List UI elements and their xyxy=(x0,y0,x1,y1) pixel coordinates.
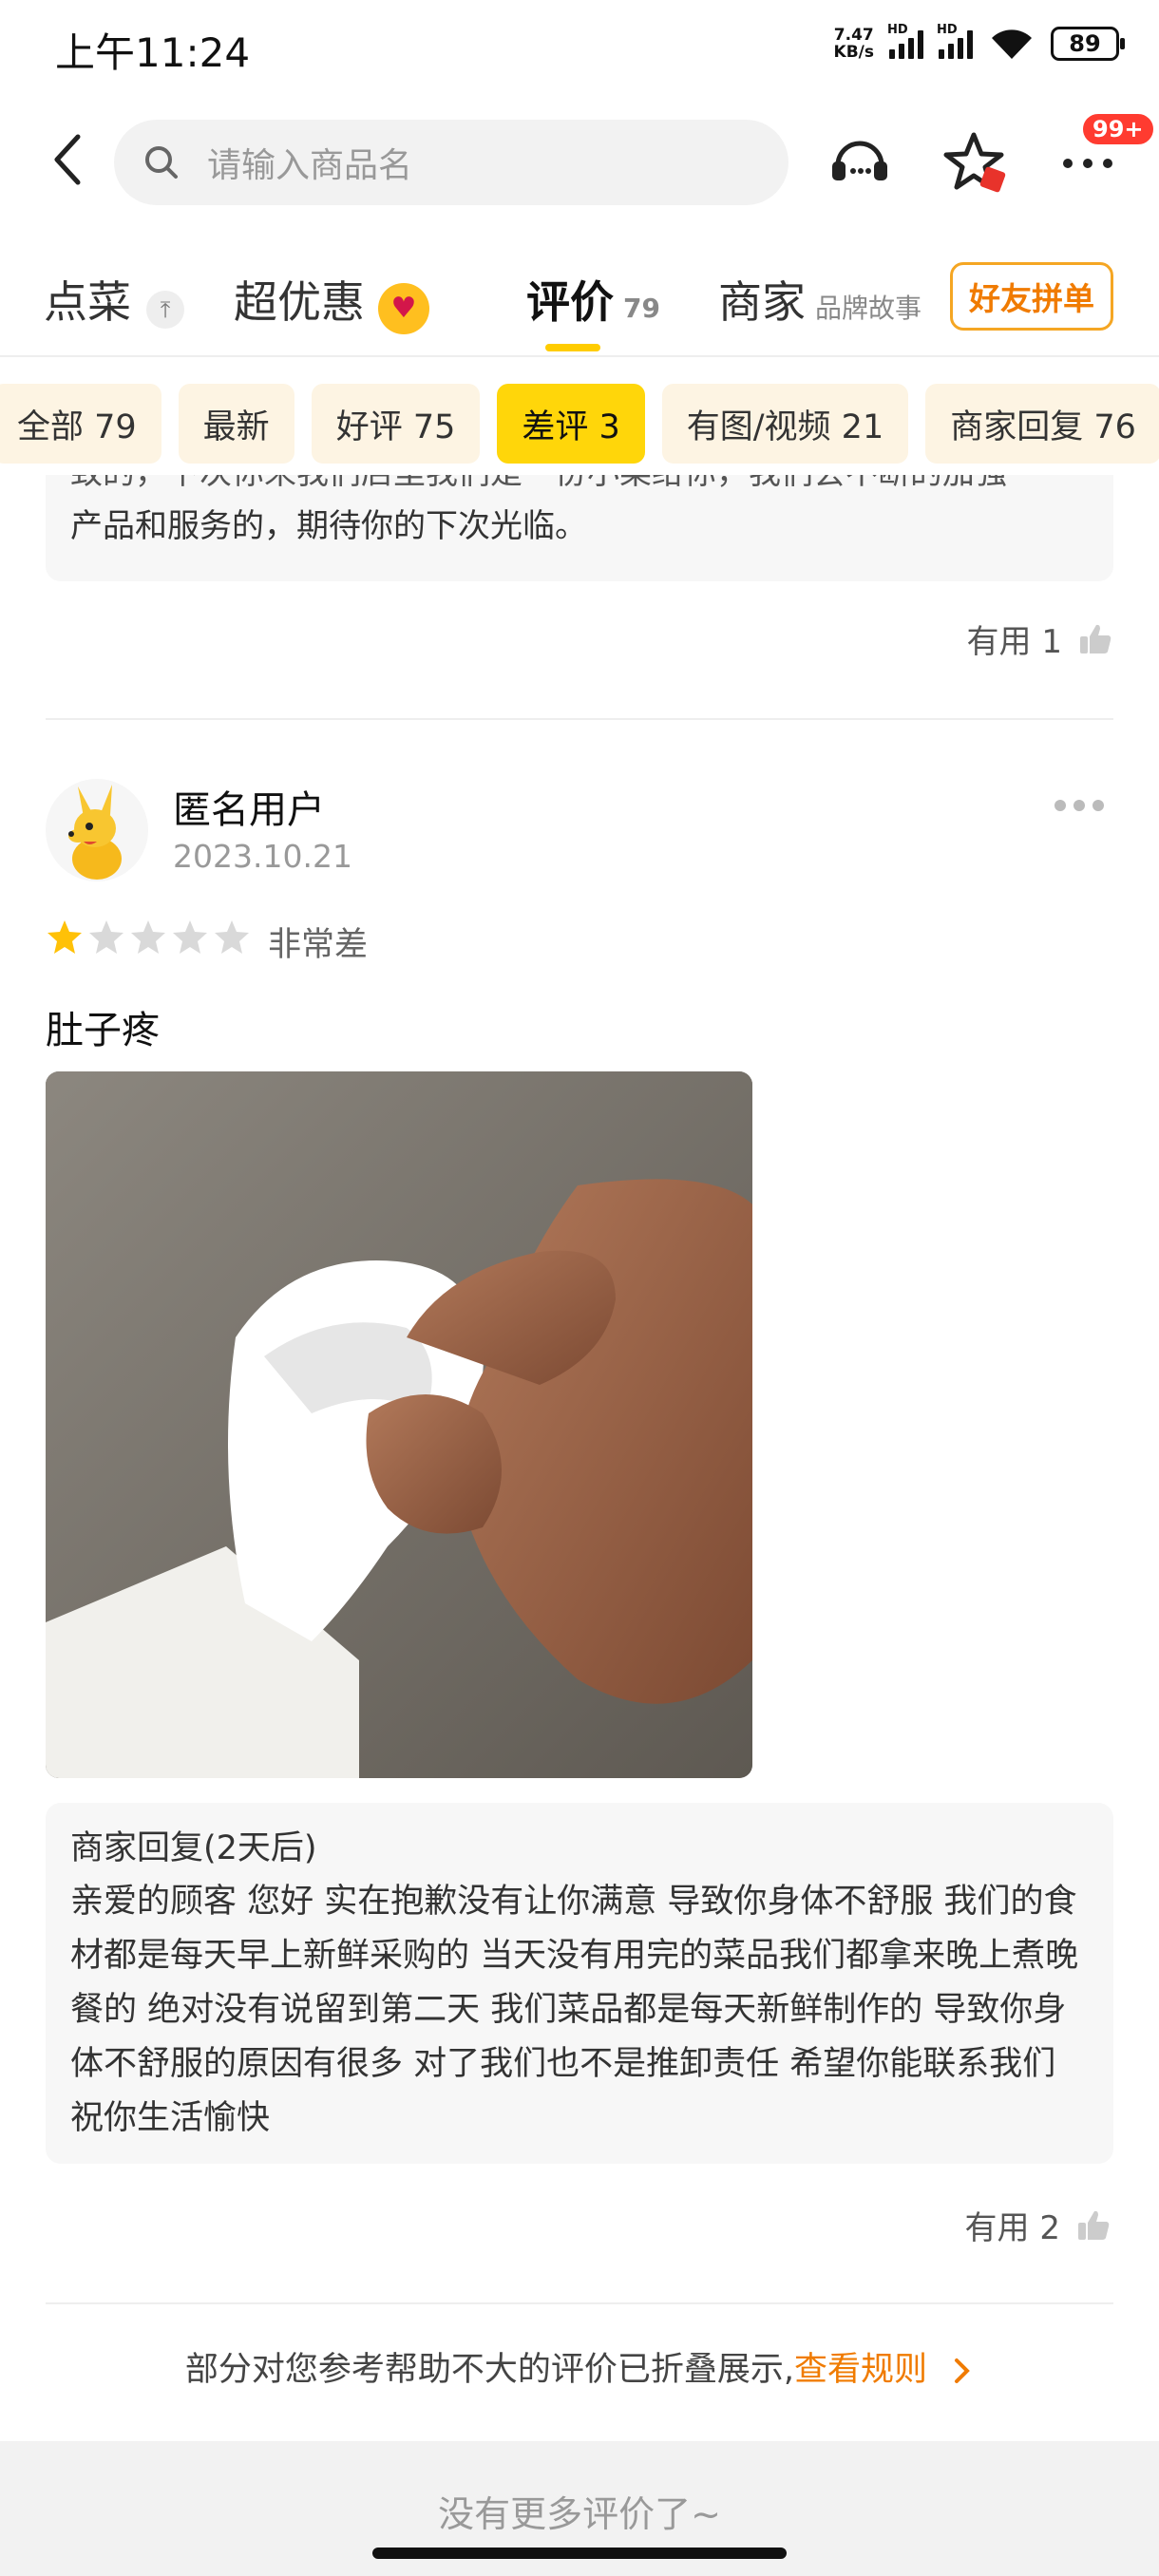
view-rules-link[interactable]: 查看规则 xyxy=(794,2351,927,2389)
search-input[interactable]: 请输入商品名 xyxy=(114,120,788,205)
previous-reply-line-2: 产品和服务的，期待你的下次光临。 xyxy=(70,507,587,545)
tab-reviews[interactable]: 评价 79 xyxy=(526,268,660,331)
useful-button[interactable]: 有用 2 xyxy=(965,2202,1112,2248)
star-filled-icon xyxy=(48,920,82,954)
previous-useful-button[interactable]: 有用 1 xyxy=(967,616,1113,662)
tab-merchant-sub: 品牌故事 xyxy=(815,293,922,324)
no-more-reviews: 没有更多评价了~ xyxy=(438,2493,721,2535)
battery-icon: 89 xyxy=(1051,27,1125,61)
net-speed-value: 7.47 xyxy=(833,26,874,45)
group-order-button[interactable]: 好友拼单 xyxy=(950,262,1113,331)
filter-merchant-reply[interactable]: 商家回复 76 xyxy=(925,384,1159,464)
thumbs-up-icon xyxy=(1080,624,1112,653)
review-photo-image xyxy=(46,1071,752,1778)
merchant-reply-title: 商家回复(2天后) xyxy=(70,1829,317,1867)
tab-menu[interactable]: 点菜 ⤒ xyxy=(44,268,184,331)
tabs-divider xyxy=(0,355,1159,357)
search-placeholder: 请输入商品名 xyxy=(207,146,413,185)
star-empty-icon xyxy=(215,920,249,954)
hd-label-2: HD xyxy=(937,23,958,37)
home-indicator[interactable] xyxy=(372,2548,787,2559)
star-rating xyxy=(46,918,251,956)
previous-reply-line-1: 致的，下次你来我们店里我们是一份小菜给你，我们会不断的加强 xyxy=(70,475,1089,500)
review-comment: 肚子疼 xyxy=(46,1009,160,1052)
customer-service-icon[interactable] xyxy=(826,129,893,196)
filter-positive[interactable]: 好评 75 xyxy=(311,384,481,464)
tab-deals[interactable]: 超优惠 ♥ xyxy=(234,268,429,334)
network-speed: 7.47 KB/s xyxy=(834,27,874,61)
thumbs-up-icon xyxy=(1078,2210,1110,2240)
useful-label: 有用 2 xyxy=(964,2209,1060,2247)
pin-top-icon[interactable]: ⤒ xyxy=(146,291,184,329)
net-speed-unit: KB/s xyxy=(833,43,874,62)
favorite-star-icon[interactable] xyxy=(940,129,1007,196)
filter-media[interactable]: 有图/视频 21 xyxy=(661,384,909,464)
tab-menu-label: 点菜 xyxy=(44,276,131,328)
search-icon xyxy=(145,146,178,179)
wifi-icon xyxy=(992,29,1032,59)
chevron-right-icon[interactable] xyxy=(949,2357,974,2385)
filter-all[interactable]: 全部 79 xyxy=(0,384,162,464)
review-filter-bar: 全部 79 最新 好评 75 差评 3 有图/视频 21 商家回复 76 xyxy=(0,384,1159,464)
previous-useful-label: 有用 1 xyxy=(966,623,1062,661)
filter-negative[interactable]: 差评 3 xyxy=(497,384,645,464)
review-separator xyxy=(46,718,1113,720)
avatar[interactable] xyxy=(46,779,148,881)
review-more-icon[interactable] xyxy=(1054,800,1104,811)
signal-icon-2: HD xyxy=(937,23,973,59)
tab-reviews-count: 79 xyxy=(623,293,660,324)
previous-merchant-reply: 致的，下次你来我们店里我们是一份小菜给你，我们会不断的加强 产品和服务的，期待你… xyxy=(46,475,1113,581)
heart-eyes-emoji-icon: ♥ xyxy=(378,282,429,334)
tab-deals-label: 超优惠 xyxy=(234,276,365,328)
active-tab-indicator xyxy=(545,344,600,351)
merchant-reply: 商家回复(2天后) 亲爱的顾客 您好 实在抱歉没有让你满意 导致你身体不舒服 我… xyxy=(46,1803,1113,2164)
back-icon[interactable] xyxy=(49,133,84,186)
signal-icon: HD xyxy=(887,23,923,59)
filter-latest[interactable]: 最新 xyxy=(178,384,294,464)
notification-badge: 99+ xyxy=(1081,112,1155,146)
hd-label: HD xyxy=(887,23,908,37)
folded-notice-text: 部分对您参考帮助不大的评价已折叠展示, xyxy=(184,2351,794,2389)
status-icons: 7.47 KB/s HD HD 89 xyxy=(834,23,1125,63)
review-date: 2023.10.21 xyxy=(173,838,352,875)
rating-text: 非常差 xyxy=(268,926,369,964)
folded-notice: 部分对您参考帮助不大的评价已折叠展示,查看规则 xyxy=(0,2342,1159,2391)
review-photo[interactable] xyxy=(46,1071,752,1778)
star-empty-icon xyxy=(131,920,165,954)
tab-merchant-label: 商家 xyxy=(718,276,806,328)
status-time: 上午11:24 xyxy=(55,29,251,76)
review-separator-bottom xyxy=(46,2302,1113,2304)
kangaroo-mascot-icon xyxy=(68,785,122,880)
tab-reviews-label: 评价 xyxy=(526,276,614,328)
star-empty-icon xyxy=(173,920,207,954)
reviewer-name: 匿名用户 xyxy=(173,788,325,832)
star-empty-icon xyxy=(89,920,124,954)
merchant-reply-body: 亲爱的顾客 您好 实在抱歉没有让你满意 导致你身体不舒服 我们的食材都是每天早上… xyxy=(70,1883,1079,2137)
tab-merchant[interactable]: 商家 品牌故事 xyxy=(718,268,922,331)
